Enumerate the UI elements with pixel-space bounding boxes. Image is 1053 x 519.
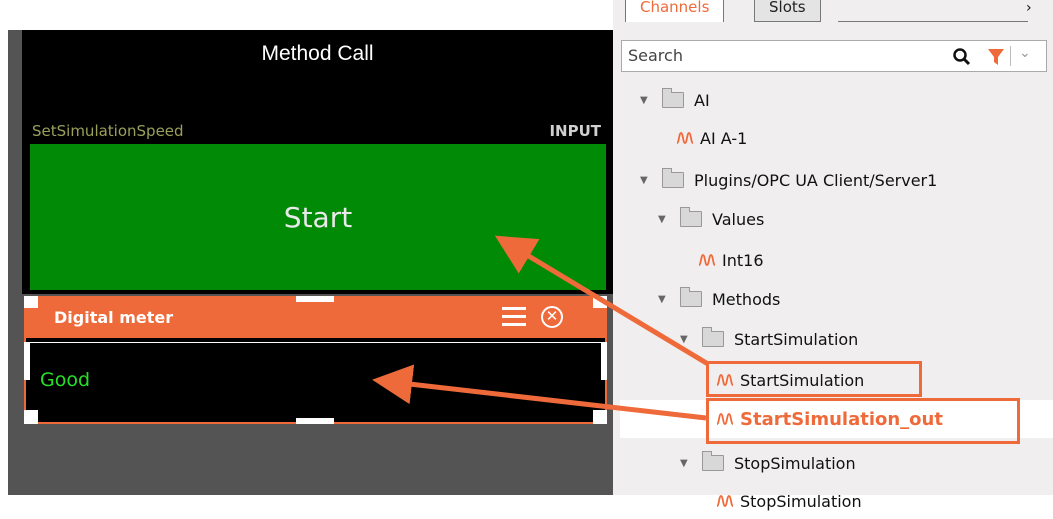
expand-arrow-icon[interactable]: ▼ xyxy=(640,95,652,106)
tab-slots[interactable]: Slots xyxy=(754,0,821,22)
tree-channel-ai-a1[interactable]: AI A-1 xyxy=(676,120,747,156)
filter-divider xyxy=(1010,46,1011,66)
resize-handle-top-left[interactable] xyxy=(24,296,38,308)
tree-item-label: Methods xyxy=(712,289,781,309)
method-io-label: INPUT xyxy=(549,122,601,140)
expand-arrow-icon[interactable]: ▼ xyxy=(658,294,670,305)
expand-arrow-icon[interactable]: ▼ xyxy=(640,175,652,186)
resize-handle-top-middle[interactable] xyxy=(296,296,334,302)
folder-icon xyxy=(702,451,724,471)
chevron-down-icon[interactable]: ⌄ xyxy=(1019,45,1031,61)
tree-folder-methods[interactable]: ▼ Methods xyxy=(658,281,780,317)
tree-item-label: StopSimulation xyxy=(740,491,862,511)
tree-item-label: Int16 xyxy=(722,250,764,270)
tree-item-label: Plugins/OPC UA Client/Server1 xyxy=(694,170,938,190)
expand-arrow-icon[interactable]: ▼ xyxy=(680,334,692,345)
filter-icon[interactable] xyxy=(987,47,1005,67)
start-button[interactable]: Start xyxy=(30,144,606,290)
folder-icon xyxy=(702,327,724,347)
tree-item-label: AI xyxy=(694,90,710,110)
tree-folder-stopsimulation[interactable]: ▼ StopSimulation xyxy=(680,445,856,481)
folder-icon xyxy=(662,168,684,188)
chevron-right-icon[interactable]: › xyxy=(1026,0,1032,16)
close-circle-icon[interactable]: ✕ xyxy=(541,306,563,328)
digital-meter-header[interactable]: Digital meter ✕ xyxy=(26,298,605,338)
method-call-title: Method Call xyxy=(261,42,374,65)
digital-meter-value: Good xyxy=(40,369,91,391)
digital-meter-body: Good xyxy=(30,342,601,418)
canvas-area: Method Call SetSimulationSpeed INPUT Sta… xyxy=(0,0,613,495)
tab-divider xyxy=(838,21,1028,22)
method-call-widget[interactable]: Method Call SetSimulationSpeed INPUT Sta… xyxy=(22,30,613,294)
signal-wave-icon xyxy=(676,132,694,144)
folder-icon xyxy=(662,88,684,108)
resize-handle-middle-right[interactable] xyxy=(601,342,607,380)
highlight-box-startsimulation-out xyxy=(706,398,1020,444)
resize-handle-top-right[interactable] xyxy=(593,296,607,308)
highlight-box-startsimulation xyxy=(706,361,922,397)
resize-handle-bottom-left[interactable] xyxy=(24,410,38,424)
tree-item-label: AI A-1 xyxy=(700,128,748,148)
tree-channel-stopsimulation[interactable]: StopSimulation xyxy=(716,483,862,519)
tree-folder-values[interactable]: ▼ Values xyxy=(658,201,764,237)
resize-handle-middle-left[interactable] xyxy=(24,342,30,380)
tree-folder-startsimulation[interactable]: ▼ StartSimulation xyxy=(680,321,858,357)
resize-handle-bottom-right[interactable] xyxy=(593,410,607,424)
digital-meter-widget[interactable]: Digital meter ✕ Good xyxy=(24,296,607,424)
signal-wave-icon xyxy=(716,495,734,507)
search-box: ⌄ xyxy=(621,40,1047,72)
tree-folder-plugins[interactable]: ▼ Plugins/OPC UA Client/Server1 xyxy=(640,162,937,198)
expand-arrow-icon[interactable]: ▼ xyxy=(658,214,670,225)
folder-icon xyxy=(680,207,702,227)
tree-item-label: Values xyxy=(712,209,765,229)
signal-wave-icon xyxy=(698,254,716,266)
tree-channel-int16[interactable]: Int16 xyxy=(698,242,764,278)
hamburger-icon[interactable] xyxy=(502,307,526,329)
search-input[interactable] xyxy=(626,45,910,66)
tree-item-label: StartSimulation xyxy=(734,329,859,349)
resize-handle-bottom-middle[interactable] xyxy=(296,418,334,424)
tab-channels[interactable]: Channels xyxy=(625,0,725,22)
folder-icon xyxy=(680,287,702,307)
tree-item-label: StopSimulation xyxy=(734,453,856,473)
search-icon[interactable] xyxy=(952,47,972,67)
digital-meter-title: Digital meter xyxy=(54,308,174,327)
method-name-label: SetSimulationSpeed xyxy=(32,122,184,140)
tree-folder-ai[interactable]: ▼ AI xyxy=(640,82,710,118)
expand-arrow-icon[interactable]: ▼ xyxy=(680,458,692,469)
